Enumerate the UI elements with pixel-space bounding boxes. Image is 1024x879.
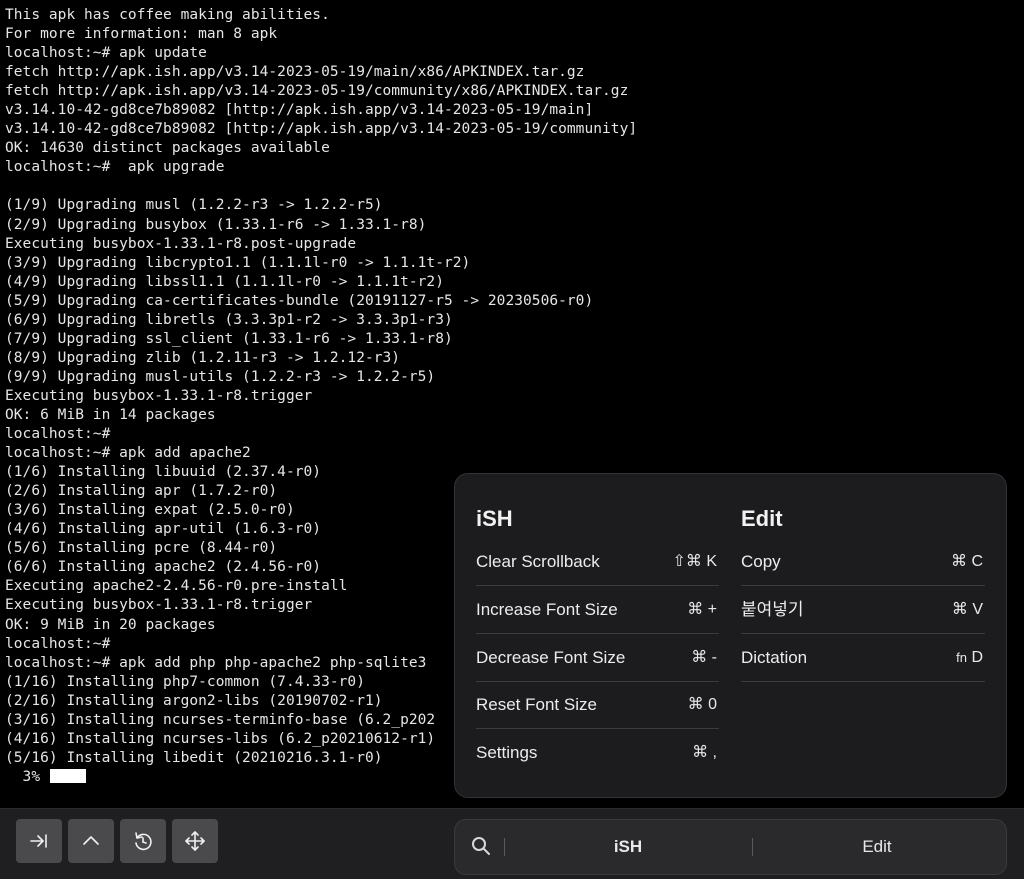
terminal-line: v3.14.10-42-gd8ce7b89082 [http://apk.ish… [5, 121, 638, 138]
terminal-line: localhost:~# apk upgrade [5, 159, 225, 176]
control-key-button[interactable] [68, 819, 114, 863]
edit-menu-item-label: 붙여넣기 [741, 599, 804, 619]
ish-menu-item-label: Clear Scrollback [476, 552, 600, 571]
ish-menu-item-label: Decrease Font Size [476, 647, 626, 667]
edit-menu-item-label: Dictation [741, 647, 808, 667]
shortcut-keys: ⌘ + [687, 600, 717, 618]
shortcut-keys: ⌘ V [951, 600, 983, 618]
shortcut-keys: D [971, 648, 983, 666]
terminal-line: fetch http://apk.ish.app/v3.14-2023-05-1… [5, 64, 585, 81]
terminal-line: (6/9) Upgrading libretls (3.3.3p1-r2 -> … [5, 311, 453, 328]
edit-menu-item[interactable]: Dictation fn D [741, 634, 985, 682]
fn-key-label: fn [956, 649, 967, 665]
progress-bar [49, 768, 86, 783]
rotate-icon [135, 832, 152, 851]
ish-menu-item[interactable]: Increase Font Size ⌘ + [476, 586, 719, 634]
terminal-line: (4/9) Upgrading libssl1.1 (1.1.1l-r0 -> … [5, 273, 444, 290]
tab-arrow-icon [30, 834, 47, 848]
shortcut-keys: ⌘ 0 [687, 696, 717, 714]
ish-menu-item[interactable]: Clear Scrollback ⇧⌘ K [476, 538, 719, 586]
shortcut-keys: ⌘ , [692, 744, 717, 762]
ish-menu-item[interactable]: Reset Font Size ⌘ 0 [476, 681, 719, 730]
ish-menu-item-label: Reset Font Size [476, 695, 597, 715]
menu-bar-ish[interactable]: iSH [505, 820, 751, 874]
shortcut-hint: ⌘ , [692, 729, 717, 776]
bottom-toolbar: iSH Edit [0, 808, 1024, 879]
terminal-line: localhost:~# apk update [5, 45, 207, 62]
terminal-line: (9/9) Upgrading musl-utils (1.2.2-r3 -> … [5, 368, 436, 385]
progress-text: 3% [5, 768, 49, 785]
shortcut-hint: fn D [956, 634, 983, 681]
caret-up-icon [83, 836, 99, 845]
terminal-line: (2/9) Upgrading busybox (1.33.1-r6 -> 1.… [5, 216, 427, 233]
escape-key-button[interactable] [120, 819, 166, 863]
arrow-keys-button[interactable] [172, 819, 218, 863]
ish-menu-item[interactable]: Settings ⌘ , [476, 729, 719, 776]
shortcut-hint: ⌘ - [691, 634, 717, 681]
menu-bar: iSH Edit [454, 819, 1007, 875]
edit-menu-item-label: Copy [741, 552, 781, 571]
terminal-line: (5/9) Upgrading ca-certificates-bundle (… [5, 292, 594, 309]
shortcut-keys: ⌘ C [951, 553, 983, 570]
terminal-line: This apk has coffee making abilities. [5, 7, 330, 23]
edit-menu-item[interactable]: 붙여넣기 ⌘ V [741, 586, 985, 634]
terminal-line: (1/9) Upgrading musl (1.2.2-r3 -> 1.2.2-… [5, 197, 383, 214]
terminal-line: For more information: man 8 apk [5, 26, 278, 43]
edit-menu-item[interactable]: Copy ⌘ C [741, 538, 985, 586]
terminal-line: (7/9) Upgrading ssl_client (1.33.1-r6 ->… [5, 330, 453, 347]
keyboard-shortcuts-menu: iSH Clear Scrollback ⇧⌘ K Increase Font Si… [454, 473, 1007, 798]
ish-menu-title: iSH [476, 506, 513, 531]
terminal-line: Executing busybox-1.33.1-r8.trigger [5, 387, 313, 404]
shortcut-hint: ⌘ V [952, 586, 983, 633]
shortcut-hint: ⌘ C [951, 538, 983, 585]
shortcut-keys: ⌘ - [691, 648, 717, 666]
terminal-line: OK: 14630 distinct packages available [5, 140, 330, 157]
terminal-line: (3/9) Upgrading libcrypto1.1 (1.1.1l-r0 … [5, 254, 471, 271]
ish-menu-item-label: Settings [476, 743, 538, 763]
ish-menu-item-label: Increase Font Size [476, 599, 618, 619]
terminal-line: v3.14.10-42-gd8ce7b89082 [http://apk.ish… [5, 102, 594, 119]
shortcut-hint: ⌘ 0 [688, 681, 717, 728]
menu-bar-edit[interactable]: Edit [753, 820, 1001, 874]
terminal-line: localhost:~# [5, 426, 111, 443]
edit-menu-title: Edit [741, 506, 783, 531]
terminal-line: OK: 6 MiB in 14 packages [5, 406, 216, 423]
tab-key-button[interactable] [16, 819, 62, 863]
terminal-line: fetch http://apk.ish.app/v3.14-2023-05-1… [5, 83, 629, 100]
shortcut-keys: ⇧⌘ K [672, 553, 717, 570]
shortcut-hint: ⌘ + [687, 586, 717, 633]
search-icon[interactable] [471, 836, 491, 856]
move-arrows-icon [185, 831, 205, 851]
terminal-line: Executing busybox-1.33.1-r8.post-upgrade [5, 235, 357, 252]
shortcut-hint: ⇧⌘ K [672, 538, 717, 585]
terminal-line: localhost:~# apk add apache2 [5, 445, 251, 462]
ish-menu-item[interactable]: Decrease Font Size ⌘ - [476, 634, 719, 682]
terminal-line: (8/9) Upgrading zlib (1.2.11-r3 -> 1.2.1… [5, 349, 401, 366]
